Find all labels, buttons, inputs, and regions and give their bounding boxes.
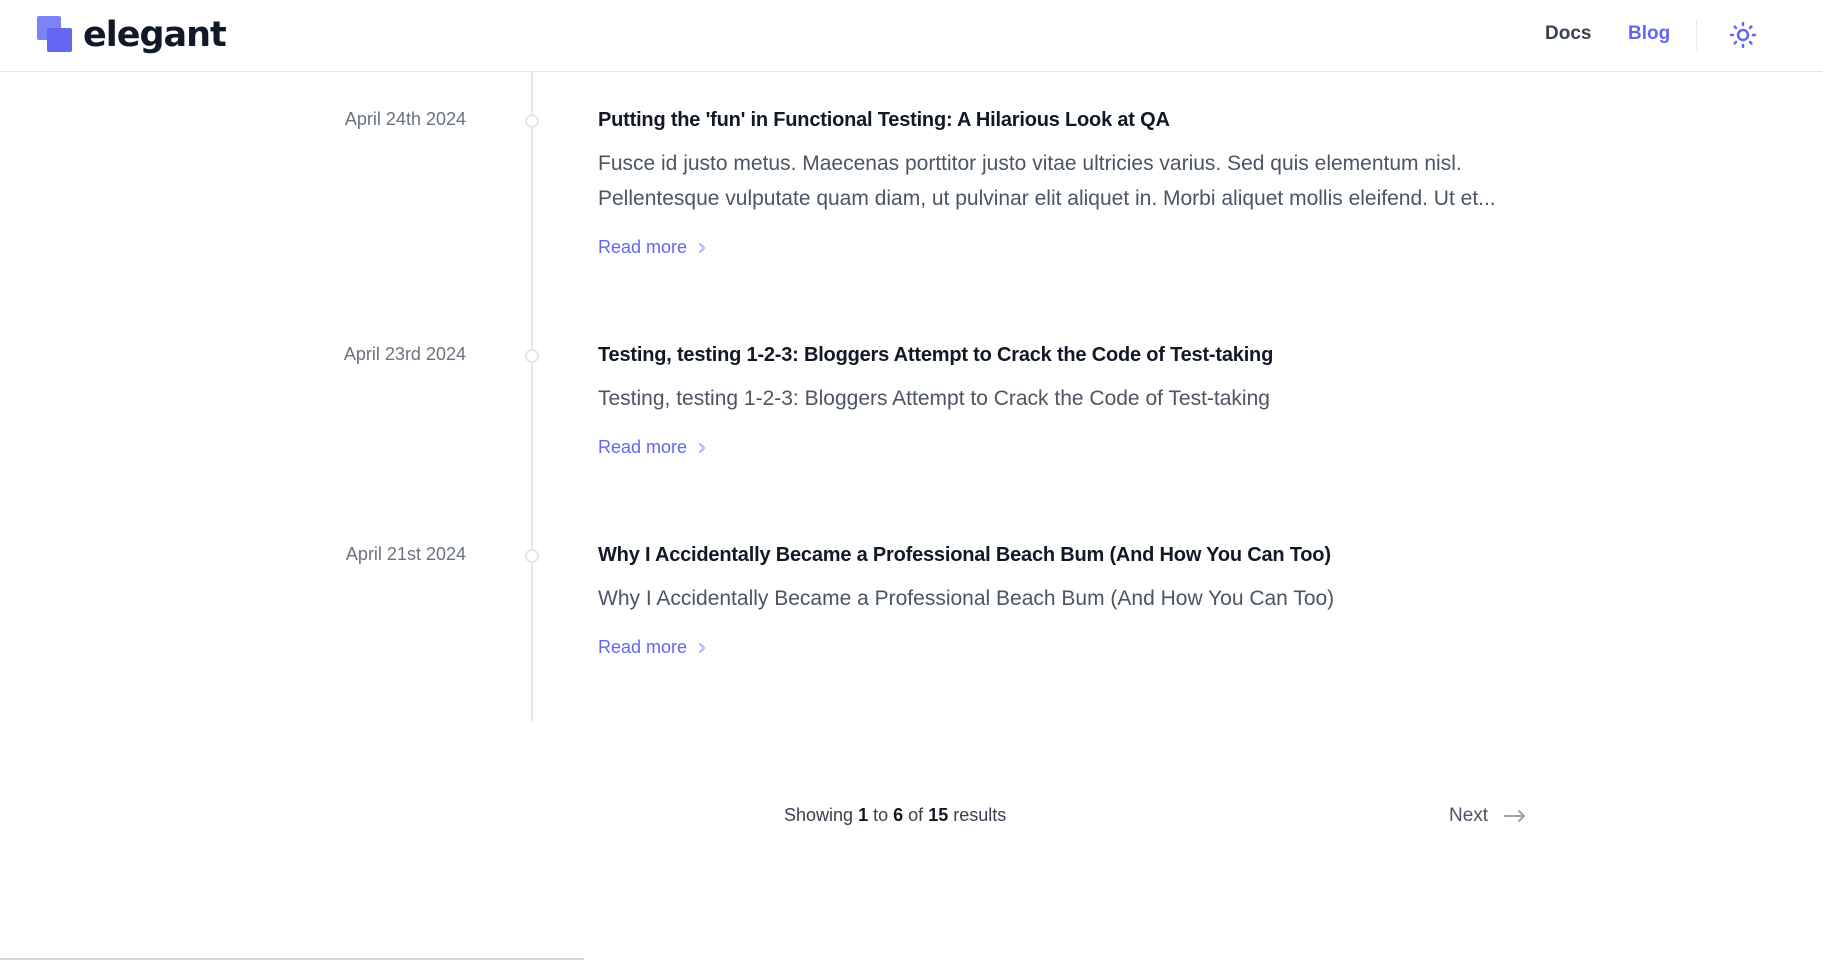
results-total: 15 [928,805,949,825]
logo-text: elegant [83,15,227,55]
read-more-link[interactable]: Read more [598,437,707,458]
post-date: April 24th 2024 [344,109,466,129]
timeline-dot [525,349,539,363]
post-title[interactable]: Putting the 'fun' in Functional Testing:… [598,109,1170,132]
timeline-dot [525,114,539,128]
logo-icon [37,16,75,54]
of-label: of [908,805,924,825]
timeline-line [531,72,533,721]
site-logo[interactable]: elegant [37,15,227,55]
showing-label: Showing [784,805,854,825]
next-label: Next [1449,805,1489,826]
post-excerpt: Testing, testing 1-2-3: Bloggers Attempt… [598,387,1270,410]
chevron-right-icon [699,242,706,253]
chevron-right-icon [699,442,706,453]
results-summary: Showing 1 to 6 of 15 results [784,805,1006,826]
to-label: to [873,805,889,825]
site-header: elegant Docs Blog [0,0,1823,72]
next-page-button[interactable]: Next [1449,805,1526,827]
results-to: 6 [893,805,904,825]
post-excerpt: Fusce id justo metus. Maecenas porttitor… [598,152,1496,210]
post-title[interactable]: Testing, testing 1-2-3: Bloggers Attempt… [598,344,1273,367]
arrow-right-icon [1504,810,1526,822]
post-title[interactable]: Why I Accidentally Became a Professional… [598,544,1331,567]
post-excerpt: Why I Accidentally Became a Professional… [598,587,1335,610]
read-more-label: Read more [598,637,688,657]
read-more-link[interactable]: Read more [598,237,707,258]
results-from: 1 [858,805,869,825]
read-more-link[interactable]: Read more [598,637,707,658]
nav-divider [1696,20,1697,50]
pagination: Showing 1 to 6 of 15 results Next [0,805,1823,835]
results-label: results [953,805,1007,825]
theme-toggle-button[interactable] [1728,20,1758,50]
chevron-right-icon [699,642,706,653]
nav-docs-link[interactable]: Docs [1545,23,1591,45]
read-more-label: Read more [598,437,688,457]
timeline-dot [525,549,539,563]
post-date: April 23rd 2024 [343,344,466,364]
sun-icon [1729,21,1757,49]
nav-blog-link[interactable]: Blog [1628,23,1670,45]
read-more-label: Read more [598,237,688,257]
post-date: April 21st 2024 [345,544,466,564]
